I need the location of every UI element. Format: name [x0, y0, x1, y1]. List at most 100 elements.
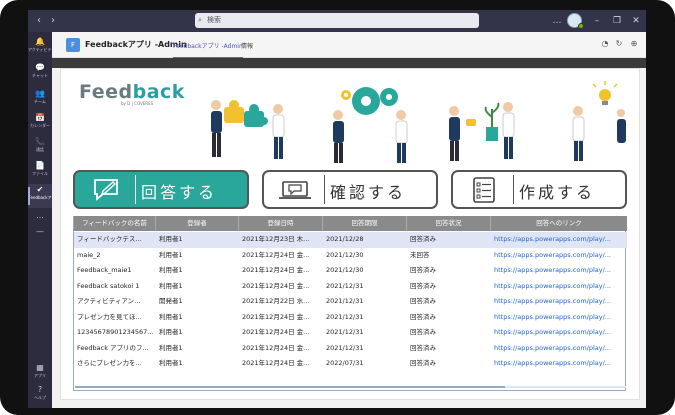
bell-icon: 🔔	[35, 37, 45, 46]
confirm-button-label: 確認する	[330, 183, 407, 202]
tab-feedback-admin[interactable]: Feedbackアプリ -Admin	[173, 41, 243, 59]
cell-status: 回答済み	[410, 328, 436, 336]
column-header-status[interactable]: 回答状況	[407, 216, 491, 231]
cell-deadline: 2022/07/31	[326, 359, 364, 367]
cell-status: 回答済み	[410, 266, 436, 274]
table-row[interactable]: プレゼン力を見てほ... 利用者1 2021年12月24日 金... 2021/12/…	[74, 310, 627, 326]
rail-label: アプリ	[34, 373, 46, 378]
rail-divider: —	[28, 226, 52, 250]
table-header: フィードバックの名前 登録者 登録日時 回答期限 回答状況 回答へのリンク	[74, 216, 627, 231]
laptop-chat-icon	[279, 181, 311, 199]
title-bar: ‹ › ⌕ 検索 … – ❐ ✕	[28, 10, 646, 32]
cell-name: maie_2	[77, 250, 101, 259]
help-icon: ?	[37, 385, 43, 394]
table-row[interactable]: フィードバックテス... 利用者1 2021年12月23日 木... 2021/12/…	[74, 232, 627, 248]
button-separator	[513, 175, 514, 204]
plant-people-illustration	[449, 102, 515, 161]
cell-registered-at: 2021年12月24日 金...	[242, 281, 310, 290]
gears-people-illustration	[333, 87, 408, 163]
cell-deadline: 2021/12/30	[326, 266, 364, 274]
cell-link[interactable]: https://apps.powerapps.com/play/...	[491, 279, 627, 295]
feedback-logo: Feedback by D | COVERES	[79, 81, 185, 106]
cell-registered-at: 2021年12月24日 金...	[242, 312, 310, 321]
globe-icon[interactable]: ⊕	[629, 39, 639, 49]
cell-link[interactable]: https://apps.powerapps.com/play/...	[491, 294, 627, 310]
cell-name: Feedback アプリのフ...	[77, 343, 149, 352]
powerapps-canvas: Feedback by D | COVERES 回答する 確認する 作成する フ…	[60, 68, 640, 400]
search-icon: ⌕	[198, 16, 202, 24]
confirm-button[interactable]: 確認する	[262, 170, 438, 209]
cell-registered-at: 2021年12月24日 金...	[242, 328, 310, 336]
rail-label: ヘルプ	[34, 395, 46, 400]
rail-label: ファイル	[32, 171, 48, 176]
cell-status: 回答済み	[410, 359, 436, 367]
teamwork-illustration	[211, 81, 626, 163]
rail-item-help[interactable]: ? ヘルプ	[28, 384, 52, 408]
cell-name: さらにプレゼン力を...	[77, 359, 142, 367]
cell-link[interactable]: https://apps.powerapps.com/play/...	[491, 232, 627, 248]
cell-status: 回答済み	[410, 297, 436, 305]
more-icon[interactable]: …	[550, 13, 564, 29]
close-icon[interactable]: ✕	[629, 13, 643, 29]
rail-item-chat[interactable]: 💬 チャット	[28, 62, 52, 86]
rail-item-feedback-app[interactable]: ✔ Feedbackア	[28, 184, 52, 208]
cell-name: アクティビティアン...	[77, 297, 141, 305]
table-row[interactable]: Feedback_maie1 利用者1 2021年12月24日 金... 2021/1…	[74, 263, 627, 279]
search-input[interactable]: ⌕ 検索	[195, 13, 479, 28]
column-header-registrant[interactable]: 登録者	[156, 216, 239, 231]
rail-item-calls[interactable]: 📞 通話	[28, 136, 52, 160]
cell-status: 回答済み	[410, 281, 436, 290]
tab-info[interactable]: 情報	[241, 41, 253, 50]
horizontal-scrollbar[interactable]	[75, 385, 626, 389]
app-title: Feedbackアプリ -Admin	[85, 40, 187, 49]
table-row[interactable]: Feedback satokoi 1 利用者1 2021年12月24日 金... 20…	[74, 279, 627, 295]
table-row[interactable]: Feedback アプリのフ... 利用者1 2021年12月24日 金... 202…	[74, 341, 627, 357]
table-row[interactable]: さらにプレゼン力を... 利用者1 2021年12月24日 金... 2022/07/…	[74, 356, 627, 372]
feedback-table: フィードバックの名前 登録者 登録日時 回答期限 回答状況 回答へのリンク フィ…	[73, 216, 627, 391]
chat-bubble-icon[interactable]: ◔	[600, 39, 610, 49]
answer-button[interactable]: 回答する	[73, 170, 249, 209]
cell-link[interactable]: https://apps.powerapps.com/play/...	[491, 325, 627, 341]
refresh-icon[interactable]: ↻	[614, 39, 624, 49]
forward-icon[interactable]: ›	[46, 14, 60, 28]
cell-link[interactable]: https://apps.powerapps.com/play/...	[491, 248, 627, 264]
table-row[interactable]: maie_2 利用者1 2021年12月24日 金... 2021/12/30 未回答 h…	[74, 248, 627, 264]
puzzle-people-illustration	[211, 100, 285, 159]
cell-link[interactable]: https://apps.powerapps.com/play/...	[491, 263, 627, 279]
app-header: F Feedbackアプリ -Admin Feedbackアプリ -Admin …	[52, 32, 646, 59]
cell-deadline: 2021/12/31	[326, 343, 364, 352]
column-header-link[interactable]: 回答へのリンク	[491, 216, 627, 231]
presence-available-icon	[578, 23, 584, 29]
rail-label: カレンダー	[30, 123, 50, 128]
minimize-icon[interactable]: –	[590, 13, 604, 29]
cell-registered-at: 2021年12月24日 金...	[242, 266, 310, 274]
column-header-registered-at[interactable]: 登録日時	[239, 216, 323, 231]
column-header-name[interactable]: フィードバックの名前	[74, 216, 156, 231]
rail-item-teams[interactable]: 👥 チーム	[28, 88, 52, 112]
button-separator	[135, 175, 136, 204]
create-button[interactable]: 作成する	[451, 170, 627, 209]
teams-window: ‹ › ⌕ 検索 … – ❐ ✕ 🔔 アクティビティ 💬 チャット 👥 チーム …	[28, 10, 646, 408]
back-icon[interactable]: ‹	[32, 14, 46, 28]
cell-link[interactable]: https://apps.powerapps.com/play/...	[491, 310, 627, 326]
column-header-deadline[interactable]: 回答期限	[323, 216, 407, 231]
table-row[interactable]: アクティビティアン... 開発者1 2021年12月22日 水... 2021/12/…	[74, 294, 627, 310]
cell-status: 回答済み	[410, 235, 436, 243]
rail-label: 通話	[36, 147, 44, 152]
cell-link[interactable]: https://apps.powerapps.com/play/...	[491, 341, 627, 357]
rail-label: アクティビティ	[28, 47, 56, 52]
rail-item-files[interactable]: 📄 ファイル	[28, 160, 52, 184]
cell-registrant: 利用者1	[159, 343, 183, 352]
file-icon: 📄	[35, 161, 45, 170]
rail-item-calendar[interactable]: 📅 カレンダー	[28, 112, 52, 136]
maximize-icon[interactable]: ❐	[610, 13, 624, 29]
cell-link[interactable]: https://apps.powerapps.com/play/...	[491, 356, 627, 372]
cell-deadline: 2021/12/31	[326, 281, 364, 290]
cell-registrant: 利用者1	[159, 266, 183, 274]
feedback-app-icon: ✔	[36, 185, 44, 194]
button-separator	[324, 175, 325, 204]
rail-item-apps[interactable]: ▦ アプリ	[28, 362, 52, 386]
table-row[interactable]: 12345678901234567... 利用者1 2021年12月24日 金...…	[74, 325, 627, 341]
rail-item-activity[interactable]: 🔔 アクティビティ	[28, 36, 56, 60]
cell-registrant: 利用者1	[159, 250, 183, 259]
